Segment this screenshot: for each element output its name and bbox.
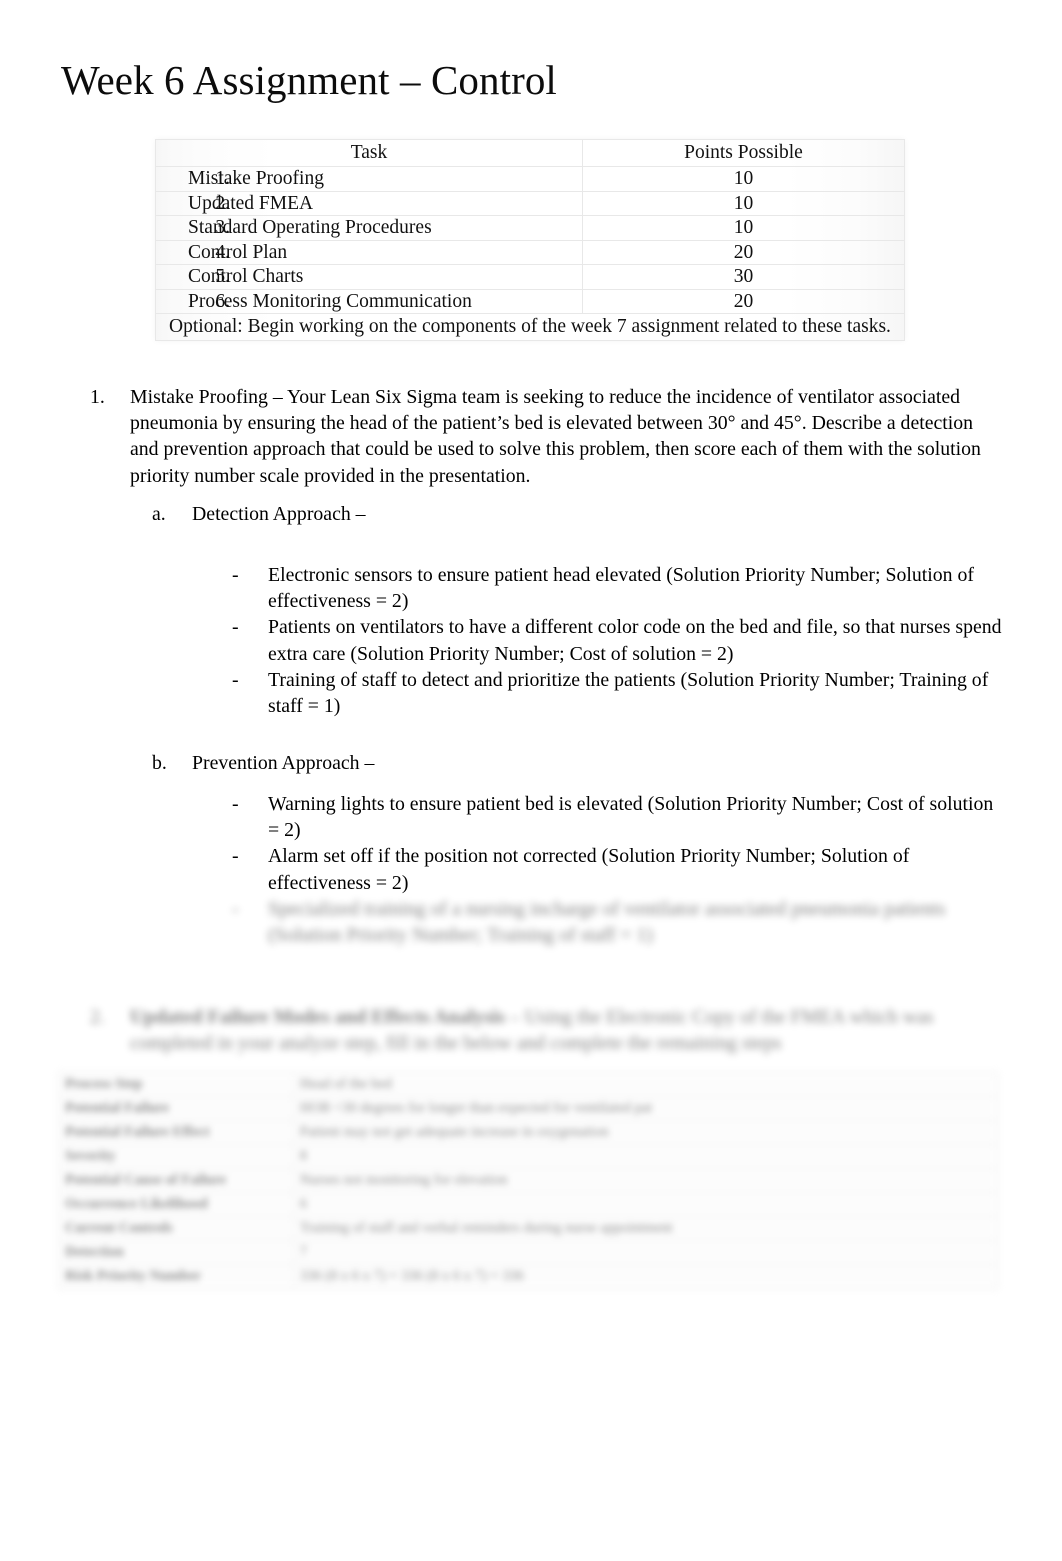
table-footnote: Optional: Begin working on the component… xyxy=(155,313,905,341)
fmea-field-value: Patient may not get adequate increase in… xyxy=(292,1120,999,1145)
prevention-approach-heading: Prevention Approach – xyxy=(192,752,375,774)
list-item-1: 1. Mistake Proofing – Your Lean Six Sigm… xyxy=(90,384,1002,489)
fmea-field-value: HOB <30 degrees for longer than expected… xyxy=(292,1096,999,1121)
fmea-field-label: Process Step xyxy=(58,1072,294,1097)
task-number: 6. xyxy=(215,290,230,312)
list-item-text: Updated Failure Modes and Effects Analys… xyxy=(130,1004,1002,1056)
table-row: 5. Control Charts 30 xyxy=(155,264,906,290)
table-row: Current Controls Training of staff and v… xyxy=(58,1216,999,1241)
list-item: - Warning lights to ensure patient bed i… xyxy=(232,791,1002,843)
list-item-text: Electronic sensors to ensure patient hea… xyxy=(268,564,974,613)
list-item-text: Warning lights to ensure patient bed is … xyxy=(268,793,994,842)
fmea-field-label: Potential Failure xyxy=(58,1096,294,1121)
fmea-field-value: Nurses not monitoring for elevation xyxy=(292,1168,999,1193)
task-cell: 3. Standard Operating Procedures xyxy=(155,215,583,241)
task-number: 1. xyxy=(215,168,230,189)
list-marker: 2. xyxy=(90,1006,105,1028)
dash-bullet-icon: - xyxy=(232,564,239,586)
task-cell: 4. Control Plan xyxy=(155,239,583,265)
task-cell: 1. Mistake Proofing xyxy=(155,166,583,192)
task-cell: 6. Process Monitoring Communication xyxy=(155,288,583,314)
fmea-field-value: Training of staff and verbal reminders d… xyxy=(292,1216,999,1241)
fmea-field-label: Severity xyxy=(58,1144,294,1169)
points-cell: 10 xyxy=(581,215,906,241)
list-item: - Alarm set off if the position not corr… xyxy=(232,843,1002,895)
fmea-field-value: Head of the bed xyxy=(292,1072,999,1097)
fmea-field-label: Potential Cause of Failure xyxy=(58,1168,294,1193)
list-marker: b. xyxy=(152,752,167,774)
points-cell: 30 xyxy=(581,264,906,290)
task-label: Process Monitoring Communication xyxy=(188,290,472,312)
fmea-table: Process Step Head of the bed Potential F… xyxy=(58,1072,999,1289)
column-header-task: Task xyxy=(155,139,583,167)
fmea-field-label: Risk Priority Number xyxy=(58,1264,294,1289)
fmea-field-label: Occurrence Likelihood xyxy=(58,1192,294,1217)
table-row: 3. Standard Operating Procedures 10 xyxy=(155,215,906,241)
prevention-approach-bullets: - Warning lights to ensure patient bed i… xyxy=(232,791,1002,948)
document-page: Week 6 Assignment – Control Task Points … xyxy=(0,0,1062,1561)
table-header-row: Task Points Possible xyxy=(155,139,906,167)
table-row: Process Step Head of the bed xyxy=(58,1072,999,1097)
list-item-text: Mistake Proofing – Your Lean Six Sigma t… xyxy=(130,386,981,487)
points-cell: 20 xyxy=(581,239,906,265)
grading-table: Task Points Possible 1. Mistake Proofing… xyxy=(155,139,906,341)
list-item-prevention-approach: b. Prevention Approach – xyxy=(152,750,1002,776)
dash-bullet-icon: - xyxy=(232,897,239,920)
list-item-detection-approach: a. Detection Approach – xyxy=(152,501,1002,527)
dash-bullet-icon: - xyxy=(232,668,239,691)
list-item-bold-lead: Updated Failure Modes and Effects Analys… xyxy=(130,1006,505,1028)
fmea-table-container: Process Step Head of the bed Potential F… xyxy=(58,1072,999,1289)
list-item: - Training of staff to detect and priori… xyxy=(232,667,1002,719)
table-row: 6. Process Monitoring Communication 20 xyxy=(155,288,906,314)
points-cell: 10 xyxy=(581,190,906,216)
fmea-field-value: 336 (8 x 6 x 7) = 336 (8 x 6 x 7) = 336 xyxy=(292,1264,999,1289)
table-row: Detection 7 xyxy=(58,1240,999,1265)
task-number: 3. xyxy=(215,217,230,238)
dash-bullet-icon: - xyxy=(232,793,239,815)
fmea-field-value: 6 xyxy=(292,1192,999,1217)
detection-approach-bullets: - Electronic sensors to ensure patient h… xyxy=(232,562,1002,719)
list-item: - Electronic sensors to ensure patient h… xyxy=(232,562,1002,614)
page-title: Week 6 Assignment – Control xyxy=(61,57,557,103)
table-footnote-row: Optional: Begin working on the component… xyxy=(155,313,905,341)
list-marker: 1. xyxy=(90,386,105,408)
list-item-text: Specialized training of a nursing inchar… xyxy=(268,897,946,947)
table-row: Risk Priority Number 336 (8 x 6 x 7) = 3… xyxy=(58,1264,999,1289)
table-row: 1. Mistake Proofing 10 xyxy=(155,166,906,192)
table-row: Potential Failure HOB <30 degrees for lo… xyxy=(58,1096,999,1121)
table-row: Occurrence Likelihood 6 xyxy=(58,1192,999,1217)
task-number: 5. xyxy=(215,266,230,287)
table-row: 4. Control Plan 20 xyxy=(155,239,906,265)
task-number: 4. xyxy=(215,241,230,263)
table-row: 2. Updated FMEA 10 xyxy=(155,190,906,216)
fmea-field-value: 7 xyxy=(292,1240,999,1265)
list-item-2: 2. Updated Failure Modes and Effects Ana… xyxy=(90,1004,1002,1056)
fmea-field-label: Detection xyxy=(58,1240,294,1265)
list-item: - Specialized training of a nursing inch… xyxy=(232,896,1002,948)
list-item: - Patients on ventilators to have a diff… xyxy=(232,614,1002,666)
task-cell: 5. Control Charts xyxy=(155,264,583,290)
points-cell: 20 xyxy=(581,288,906,314)
column-header-points: Points Possible xyxy=(581,139,906,167)
list-item-text: Patients on ventilators to have a differ… xyxy=(268,616,1002,665)
task-number: 2. xyxy=(215,192,230,214)
list-marker: a. xyxy=(152,503,166,525)
grading-table-container: Task Points Possible 1. Mistake Proofing… xyxy=(155,139,906,341)
dash-bullet-icon: - xyxy=(232,845,239,868)
list-item-text: Training of staff to detect and prioriti… xyxy=(268,668,989,718)
dash-bullet-icon: - xyxy=(232,616,239,639)
fmea-field-label: Current Controls xyxy=(58,1216,294,1241)
fmea-field-value: 8 xyxy=(292,1144,999,1169)
table-row: Potential Failure Effect Patient may not… xyxy=(58,1120,999,1145)
points-cell: 10 xyxy=(581,166,906,192)
table-row: Potential Cause of Failure Nurses not mo… xyxy=(58,1168,999,1193)
task-cell: 2. Updated FMEA xyxy=(155,190,583,216)
detection-approach-heading: Detection Approach – xyxy=(192,503,366,525)
list-item-text: Alarm set off if the position not correc… xyxy=(268,845,910,894)
table-row: Severity 8 xyxy=(58,1144,999,1169)
fmea-field-label: Potential Failure Effect xyxy=(58,1120,294,1145)
